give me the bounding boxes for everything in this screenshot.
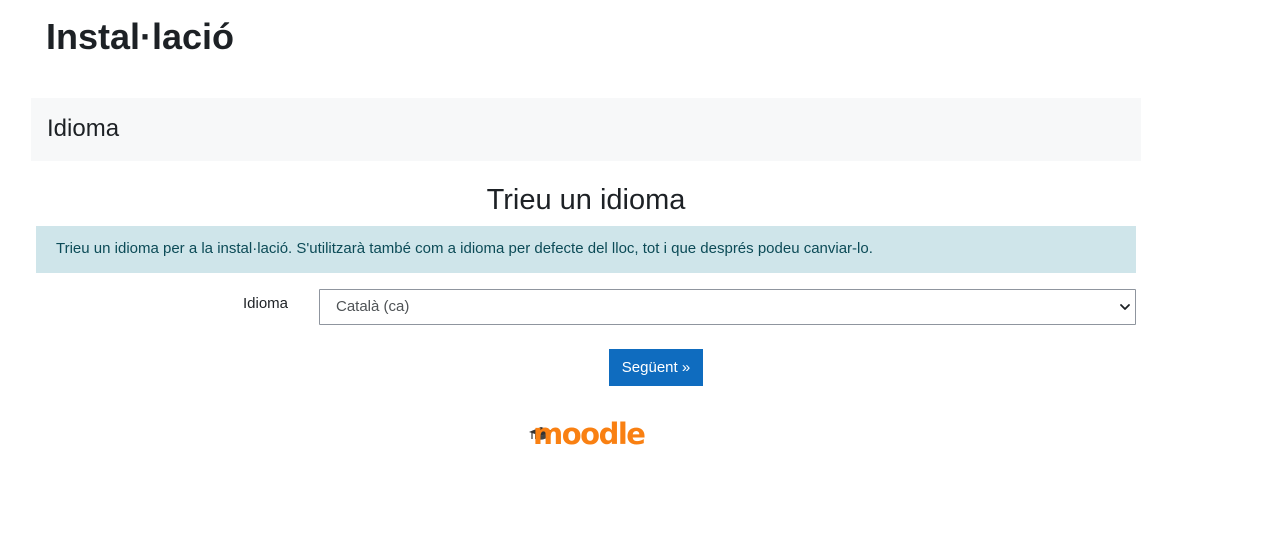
next-button[interactable]: Següent » [609, 349, 703, 386]
moodle-logo: moodle [529, 417, 646, 454]
section-header: Idioma [31, 98, 1141, 161]
section-title: Idioma [47, 115, 120, 142]
info-alert-text: Trieu un idioma per a la instal·lació. S… [56, 240, 873, 257]
chevron-down-icon [1120, 304, 1130, 310]
moodle-logo-text: moodle [533, 417, 646, 451]
install-page: Instal·lació Idioma Trieu un idioma Trie… [0, 0, 1273, 543]
language-select[interactable]: Català (ca) [319, 289, 1136, 325]
form-heading: Trieu un idioma [486, 184, 686, 216]
info-alert: Trieu un idioma per a la instal·lació. S… [36, 226, 1136, 273]
page-title: Instal·lació [46, 16, 235, 57]
language-select-value: Català (ca) [336, 298, 410, 315]
language-label: Idioma [243, 295, 289, 312]
